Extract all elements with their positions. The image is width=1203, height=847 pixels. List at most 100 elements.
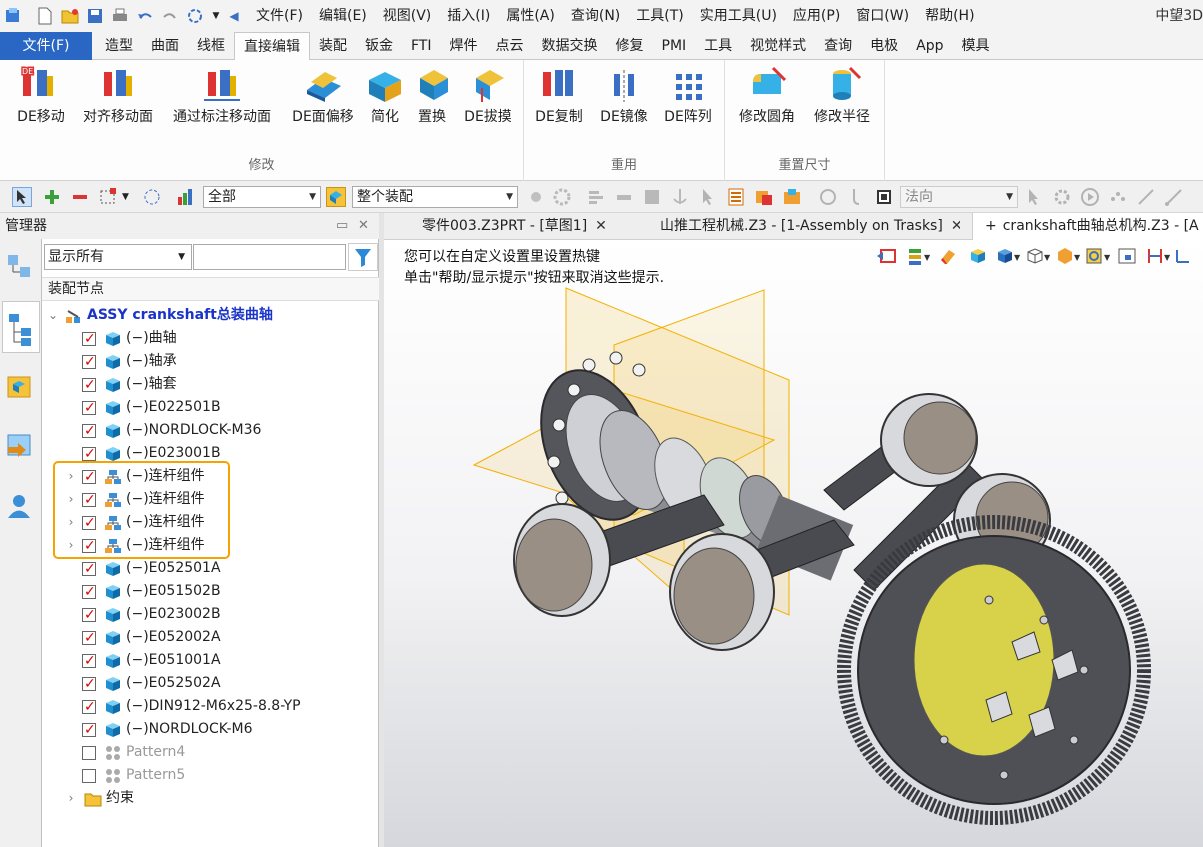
add-icon[interactable] <box>42 187 62 207</box>
collapse-ribbon-icon[interactable]: ◀ <box>228 7 240 25</box>
save-icon[interactable] <box>86 7 104 25</box>
de-copy-button[interactable]: DE复制 <box>532 64 586 126</box>
menu-attribute[interactable]: 属性(A) <box>498 0 563 32</box>
tab-surface[interactable]: 曲面 <box>142 32 188 59</box>
assembly-scope-icon[interactable] <box>326 187 346 207</box>
visibility-checkbox[interactable] <box>82 581 96 604</box>
measure-tool-icon[interactable] <box>614 187 634 207</box>
tab-sheet-metal[interactable]: 钣金 <box>356 32 402 59</box>
graphics-viewport[interactable]: 您可以在自定义设置里设置热键 单击"帮助/显示提示"按钮来取消这些提示. ▼ ▼… <box>384 240 1203 847</box>
file-tab[interactable]: 文件(F) <box>0 32 92 60</box>
new-file-icon[interactable] <box>36 7 54 25</box>
component-library-icon[interactable] <box>782 187 802 207</box>
align-tool-icon[interactable] <box>586 187 606 207</box>
tab-query[interactable]: 查询 <box>815 32 861 59</box>
piston-middle[interactable] <box>669 533 775 651</box>
user-manager-icon[interactable] <box>4 491 36 523</box>
visibility-checkbox[interactable] <box>82 650 96 673</box>
tree-part-node[interactable]: (−)E051001A <box>42 649 378 673</box>
visibility-checkbox[interactable] <box>82 604 96 627</box>
doc-tab-shantui[interactable]: 山推工程机械.Z3 - [1-Assembly on Trasks] ✕ <box>660 213 960 240</box>
tree-part-node[interactable]: (−)E052502A <box>42 672 378 696</box>
play-icon[interactable] <box>1080 187 1100 207</box>
visibility-checkbox[interactable] <box>82 719 96 742</box>
tree-part-node[interactable]: (−)E023002B <box>42 603 378 627</box>
tab-weldment[interactable]: 焊件 <box>441 32 487 59</box>
menu-apps[interactable]: 应用(P) <box>785 0 848 32</box>
tab-point-cloud[interactable]: 点云 <box>487 32 533 59</box>
de-draft-button[interactable]: DE拔摸 <box>458 64 518 126</box>
pen-tool-icon[interactable] <box>1164 187 1184 207</box>
tab-pmi[interactable]: PMI <box>653 32 696 59</box>
tree-part-node[interactable]: (−)E052002A <box>42 626 378 650</box>
tab-data-exchange[interactable]: 数据交换 <box>533 32 607 59</box>
expand-chevron-icon[interactable]: › <box>64 787 78 810</box>
undo-icon[interactable] <box>136 7 154 25</box>
open-folder-icon[interactable] <box>61 7 79 25</box>
tab-modeling[interactable]: 造型 <box>96 32 142 59</box>
lasso-select-icon[interactable] <box>142 187 162 207</box>
close-icon[interactable]: ✕ <box>595 218 607 234</box>
arrow-select-icon[interactable] <box>698 187 718 207</box>
selection-filter-combo[interactable]: 全部 ▼ <box>203 186 321 208</box>
menu-tools[interactable]: 工具(T) <box>628 0 691 32</box>
pack-components-icon[interactable] <box>754 187 774 207</box>
visibility-checkbox[interactable] <box>82 746 96 760</box>
visibility-checkbox[interactable] <box>82 696 96 719</box>
assembly-scope-combo[interactable]: 整个装配 ▼ <box>352 186 518 208</box>
piston-left[interactable] <box>513 503 611 617</box>
visibility-checkbox[interactable] <box>82 397 96 420</box>
quick-access-dropdown-icon[interactable]: ▼ <box>211 7 221 25</box>
visibility-checkbox[interactable] <box>82 769 96 783</box>
tab-assembly[interactable]: 装配 <box>310 32 356 59</box>
piston-back-right[interactable] <box>880 393 978 487</box>
tree-part-node[interactable]: (−)曲轴 <box>42 327 378 351</box>
doc-tab-crankshaft[interactable]: + crankshaft曲轴总机构.Z3 - [A <box>972 213 1203 241</box>
list-report-icon[interactable] <box>726 187 746 207</box>
menu-edit[interactable]: 编辑(E) <box>311 0 375 32</box>
visibility-checkbox[interactable] <box>82 443 96 466</box>
rotate-tool-icon[interactable] <box>818 187 838 207</box>
box-select-dropdown-icon[interactable]: ▼ <box>122 187 132 207</box>
line-tool-icon[interactable] <box>1136 187 1156 207</box>
menu-utilities[interactable]: 实用工具(U) <box>692 0 785 32</box>
menu-view[interactable]: 视图(V) <box>375 0 440 32</box>
tree-part-node[interactable]: (−)E052501A <box>42 557 378 581</box>
tab-tools[interactable]: 工具 <box>695 32 741 59</box>
de-face-offset-button[interactable]: DE面偏移 <box>288 64 358 126</box>
visibility-checkbox[interactable] <box>82 558 96 581</box>
tab-visual-style[interactable]: 视觉样式 <box>741 32 815 59</box>
pin-icon[interactable]: + <box>985 218 997 234</box>
de-move-button[interactable]: DE DE移动 <box>12 64 70 126</box>
tree-part-node[interactable]: (−)E051502B <box>42 580 378 604</box>
tree-part-node[interactable]: (−)轴承 <box>42 350 378 374</box>
regen-icon[interactable] <box>186 7 204 25</box>
crankshaft-assembly-model[interactable] <box>384 240 1203 847</box>
snap-point-icon[interactable] <box>526 187 546 207</box>
snap-gear-icon[interactable] <box>552 187 572 207</box>
menu-insert[interactable]: 插入(I) <box>439 0 498 32</box>
de-pattern-button[interactable]: DE阵列 <box>660 64 716 126</box>
replace-button[interactable]: 置换 <box>412 64 452 126</box>
visibility-checkbox[interactable] <box>82 420 96 443</box>
hook-tool-icon[interactable] <box>846 187 866 207</box>
tab-electrode[interactable]: 电极 <box>861 32 907 59</box>
box-select-icon[interactable] <box>98 187 118 207</box>
close-icon[interactable]: ✕ <box>951 218 960 234</box>
collapse-chevron-icon[interactable]: ⌄ <box>46 304 60 327</box>
visibility-checkbox[interactable] <box>82 627 96 650</box>
tree-search-input[interactable] <box>193 244 346 270</box>
tab-app[interactable]: App <box>907 32 952 59</box>
simplify-button[interactable]: 简化 <box>362 64 408 126</box>
align-move-face-button[interactable]: 对齐移动面 <box>78 64 158 126</box>
pick-cursor-icon[interactable] <box>12 187 32 207</box>
tab-wireframe[interactable]: 线框 <box>188 32 234 59</box>
input-manager-icon[interactable] <box>4 431 36 463</box>
tree-root-node[interactable]: ⌄ ASSY crankshaft总装曲轴 <box>42 304 378 327</box>
display-filter-combo[interactable]: 显示所有 ▼ <box>44 244 192 270</box>
tree-filter-button[interactable] <box>348 243 378 271</box>
move-face-by-dimension-button[interactable]: 通过标注移动面 <box>166 64 278 126</box>
panel-restore-icon[interactable]: ▭ <box>336 213 348 239</box>
tree-part-node[interactable]: (−)DIN912-M6x25-8.8-YP <box>42 695 378 719</box>
panel-close-icon[interactable]: ✕ <box>358 213 369 239</box>
